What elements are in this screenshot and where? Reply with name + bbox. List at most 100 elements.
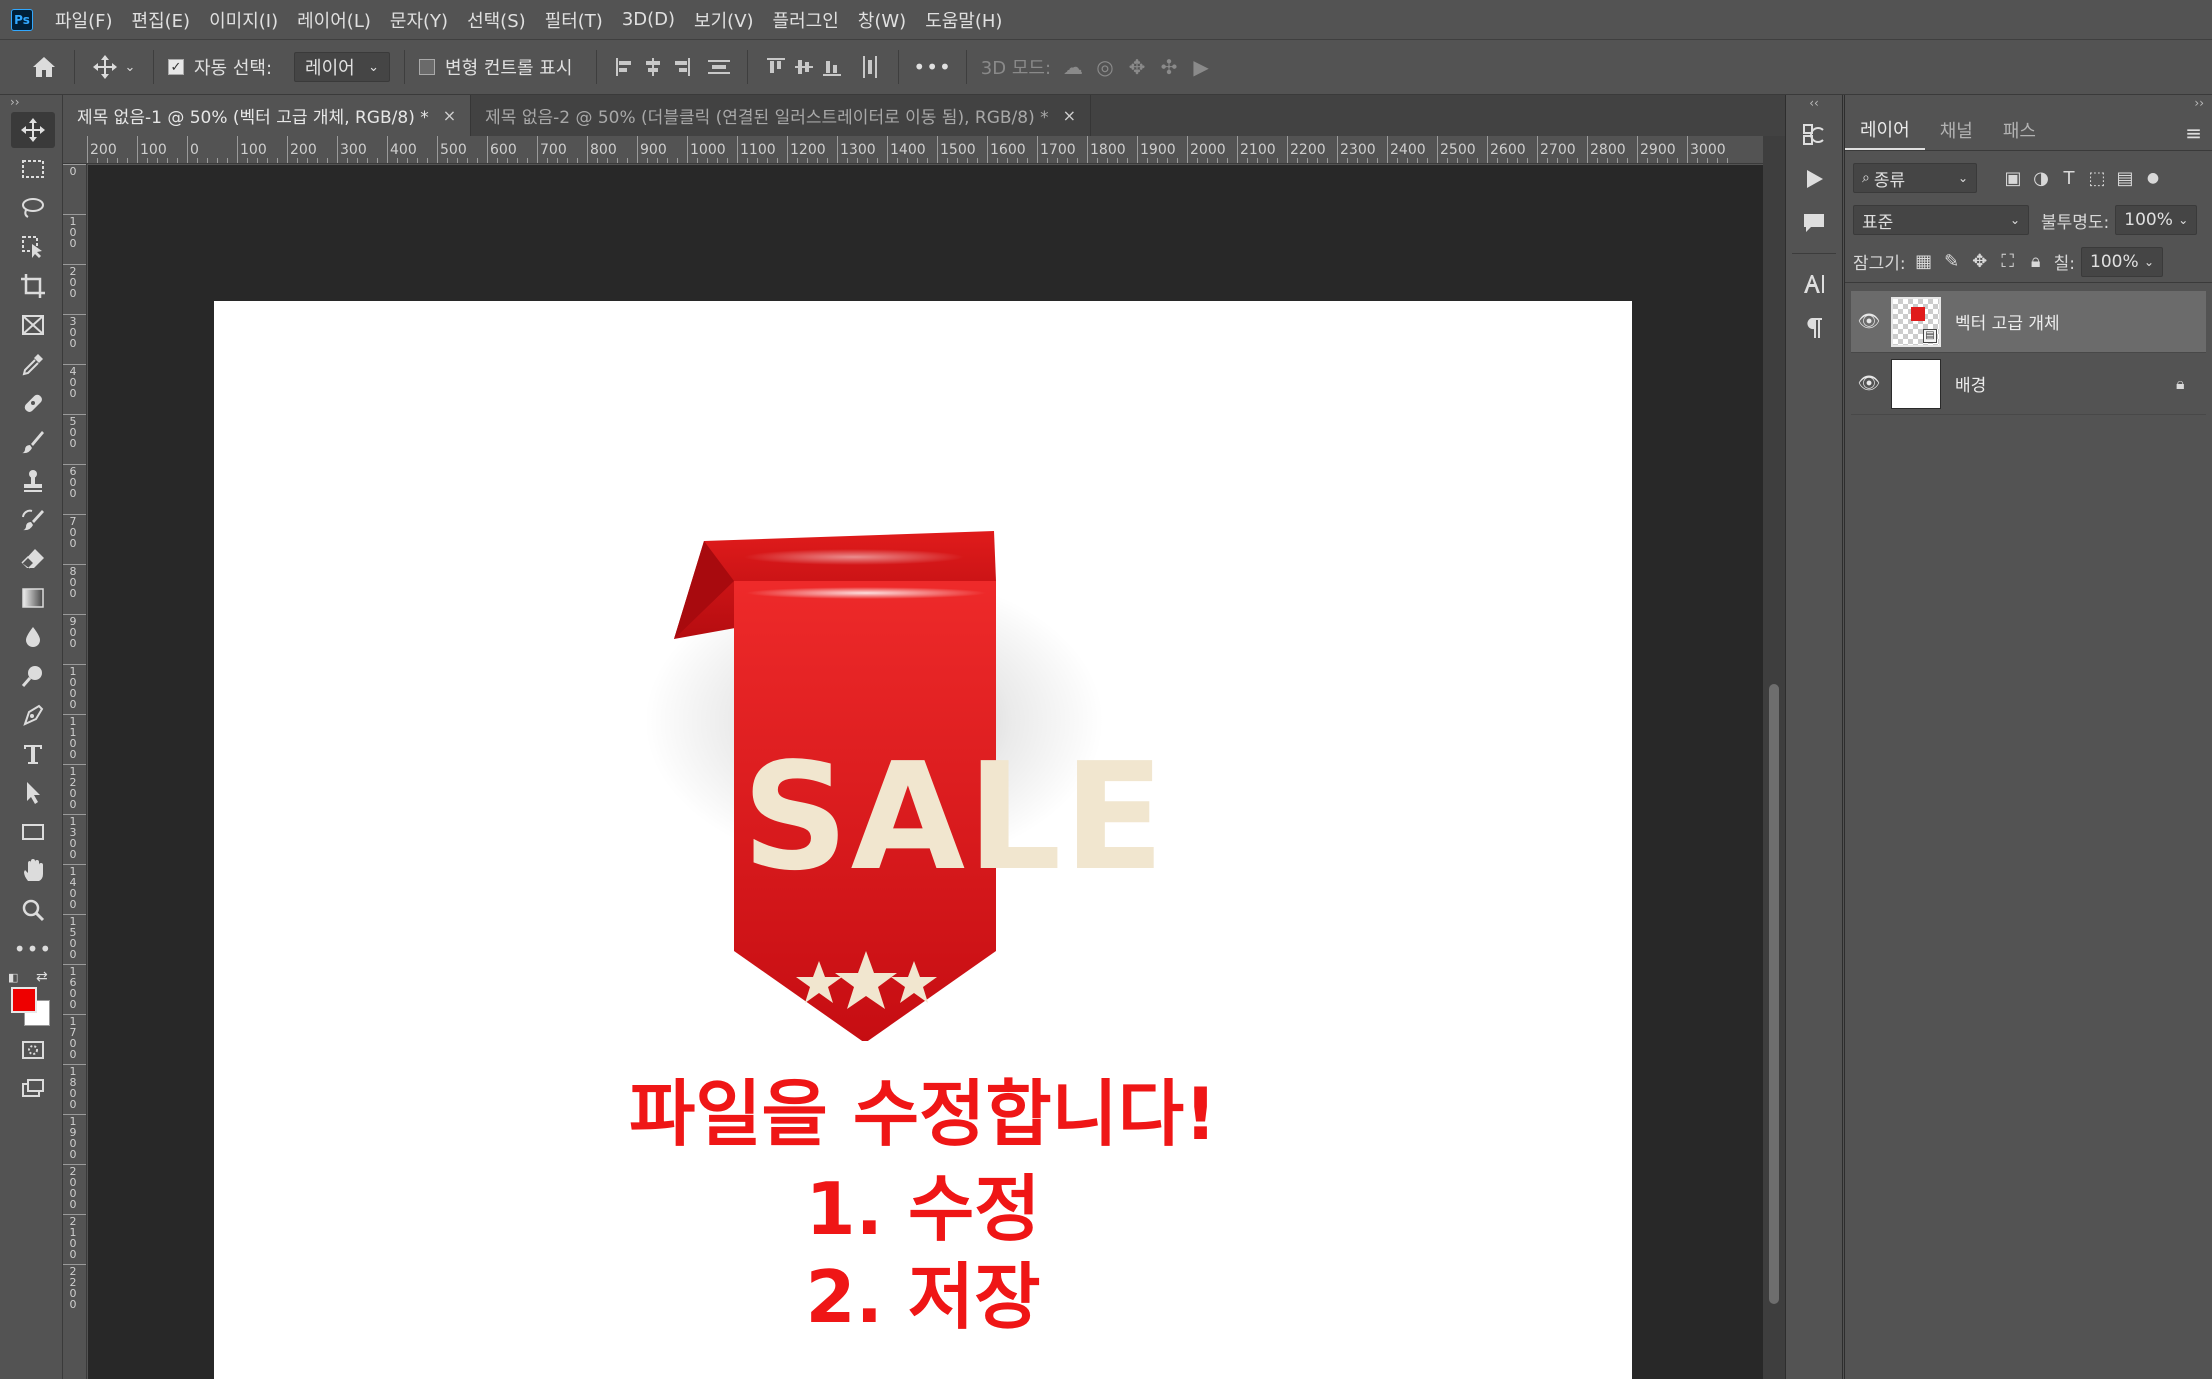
lock-pixels-icon[interactable]: ✎ bbox=[1938, 251, 1966, 272]
move-tool-icon[interactable] bbox=[89, 51, 121, 83]
lock-artboard-icon[interactable]: ⛶ bbox=[1994, 251, 2022, 272]
brush-tool[interactable] bbox=[11, 424, 55, 460]
distribute-vertical-icon[interactable] bbox=[705, 52, 733, 82]
lock-icon[interactable]: 🔒︎ bbox=[2176, 374, 2206, 394]
close-icon[interactable]: × bbox=[1063, 106, 1076, 125]
horizontal-ruler[interactable]: 200 100 0 100 200 300 400 500 600 700 800 900 1000 11… bbox=[63, 136, 1763, 164]
frame-tool[interactable] bbox=[11, 307, 55, 343]
lock-all-icon[interactable]: 🔒︎ bbox=[2022, 251, 2050, 272]
menu-window[interactable]: 창(W) bbox=[858, 7, 906, 33]
filter-type-icon[interactable]: T bbox=[2055, 168, 2083, 189]
quick-mask-button[interactable] bbox=[11, 1032, 55, 1068]
transform-controls-checkbox[interactable] bbox=[419, 59, 436, 75]
3d-slide-icon[interactable]: ✣ bbox=[1153, 51, 1185, 83]
paragraph-panel-icon[interactable] bbox=[1794, 308, 1834, 348]
healing-brush-tool[interactable] bbox=[11, 385, 55, 421]
3d-orbit-icon[interactable]: ☁ bbox=[1057, 51, 1089, 83]
tab-layers[interactable]: 레이어 bbox=[1845, 110, 1925, 150]
layer-row-background[interactable]: 👁︎ 배경 🔒︎ bbox=[1851, 353, 2206, 415]
align-right-icon[interactable] bbox=[667, 52, 695, 82]
dodge-tool[interactable] bbox=[11, 658, 55, 694]
edit-toolbar-button[interactable]: ••• bbox=[11, 931, 55, 967]
3d-pan-icon[interactable]: ✥ bbox=[1121, 51, 1153, 83]
menu-plugins[interactable]: 플러그인 bbox=[773, 7, 839, 33]
3d-roll-icon[interactable]: ◎ bbox=[1089, 51, 1121, 83]
3d-camera-icon[interactable]: ▶ bbox=[1185, 51, 1217, 83]
tab-channels[interactable]: 채널 bbox=[1925, 110, 1988, 150]
distribute-horizontal-icon[interactable] bbox=[856, 52, 884, 82]
crop-tool[interactable] bbox=[11, 268, 55, 304]
lock-transparent-icon[interactable]: ▦ bbox=[1910, 251, 1938, 272]
blur-tool[interactable] bbox=[11, 619, 55, 655]
chevron-down-icon[interactable]: ⌄ bbox=[121, 51, 139, 83]
collapse-panel-icon[interactable]: ›› bbox=[1845, 95, 2212, 111]
filter-toggle-icon[interactable]: ● bbox=[2139, 170, 2167, 186]
menu-image[interactable]: 이미지(I) bbox=[209, 7, 278, 33]
actions-panel-icon[interactable] bbox=[1794, 159, 1834, 199]
history-panel-icon[interactable] bbox=[1794, 115, 1834, 155]
gradient-tool[interactable] bbox=[11, 580, 55, 616]
menu-type[interactable]: 문자(Y) bbox=[390, 7, 448, 33]
auto-select-checkbox[interactable]: ✓ bbox=[168, 59, 184, 75]
align-horizontal-center-icon[interactable] bbox=[639, 52, 667, 82]
layer-name[interactable]: 벡터 고급 개체 bbox=[1955, 309, 2206, 334]
align-top-icon[interactable] bbox=[762, 52, 790, 82]
filter-shape-icon[interactable]: ⬚ bbox=[2083, 168, 2111, 189]
menu-3d[interactable]: 3D(D) bbox=[622, 9, 675, 30]
layer-filter-dropdown[interactable]: ⌕ 종류 ⌄ bbox=[1853, 163, 1977, 193]
vertical-scrollbar[interactable] bbox=[1763, 136, 1785, 1379]
screen-mode-button[interactable] bbox=[11, 1071, 55, 1107]
menu-layer[interactable]: 레이어(L) bbox=[297, 7, 371, 33]
hand-tool[interactable] bbox=[11, 853, 55, 889]
type-tool[interactable] bbox=[11, 736, 55, 772]
default-colors-icon[interactable]: ◧ bbox=[8, 971, 18, 984]
filter-adjustment-icon[interactable]: ◑ bbox=[2027, 168, 2055, 189]
menu-help[interactable]: 도움말(H) bbox=[925, 7, 1002, 33]
collapse-dock-icon[interactable]: ‹‹ bbox=[1786, 95, 1842, 111]
scrollbar-thumb[interactable] bbox=[1769, 684, 1779, 1304]
collapse-toolbar-icon[interactable]: ›› bbox=[0, 95, 62, 109]
more-options-button[interactable]: ••• bbox=[913, 55, 951, 79]
eyedropper-tool[interactable] bbox=[11, 346, 55, 382]
comments-panel-icon[interactable] bbox=[1794, 203, 1834, 243]
lock-position-icon[interactable]: ✥ bbox=[1966, 251, 1994, 272]
zoom-tool[interactable] bbox=[11, 892, 55, 928]
eye-icon[interactable]: 👁︎ bbox=[1851, 311, 1887, 332]
home-icon[interactable] bbox=[28, 51, 60, 83]
align-vertical-center-icon[interactable] bbox=[790, 52, 818, 82]
swap-colors-icon[interactable]: ⇄ bbox=[36, 969, 48, 985]
canvas-area[interactable]: SALE 파일을 수정합니다! 1. 수정 2. 저장 bbox=[88, 165, 1763, 1379]
menu-filter[interactable]: 필터(T) bbox=[545, 7, 603, 33]
align-left-icon[interactable] bbox=[611, 52, 639, 82]
marquee-tool[interactable] bbox=[11, 151, 55, 187]
path-selection-tool[interactable] bbox=[11, 775, 55, 811]
eraser-tool[interactable] bbox=[11, 541, 55, 577]
fill-input[interactable]: 100% ⌄ bbox=[2081, 246, 2164, 277]
menu-view[interactable]: 보기(V) bbox=[694, 7, 753, 33]
menu-file[interactable]: 파일(F) bbox=[55, 7, 113, 33]
foreground-color-swatch[interactable] bbox=[11, 987, 37, 1013]
rectangle-tool[interactable] bbox=[11, 814, 55, 850]
character-panel-icon[interactable] bbox=[1794, 264, 1834, 304]
opacity-input[interactable]: 100% ⌄ bbox=[2115, 205, 2198, 235]
blend-mode-dropdown[interactable]: 표준 ⌄ bbox=[1853, 205, 2029, 235]
layer-row-smart-object[interactable]: 👁︎ ▤ 벡터 고급 개체 bbox=[1851, 291, 2206, 353]
clone-stamp-tool[interactable] bbox=[11, 463, 55, 499]
tab-document-1[interactable]: 제목 없음-1 @ 50% (벡터 고급 개체, RGB/8) * × bbox=[63, 95, 472, 136]
object-selection-tool[interactable] bbox=[11, 229, 55, 265]
lasso-tool[interactable] bbox=[11, 190, 55, 226]
document-canvas[interactable]: SALE 파일을 수정합니다! 1. 수정 2. 저장 bbox=[214, 301, 1632, 1379]
pen-tool[interactable] bbox=[11, 697, 55, 733]
vertical-ruler[interactable]: 0 1 0 0 2 0 0 3 0 0 4 0 0 5 0 0 6 0 0 7 0 0 8 0 … bbox=[63, 164, 87, 1379]
filter-smart-object-icon[interactable]: ▤ bbox=[2111, 168, 2139, 189]
move-tool[interactable] bbox=[11, 112, 55, 148]
auto-select-target-dropdown[interactable]: 레이어 ⌄ bbox=[294, 52, 391, 82]
menu-select[interactable]: 선택(S) bbox=[467, 7, 526, 33]
close-icon[interactable]: × bbox=[443, 106, 456, 125]
filter-pixel-icon[interactable]: ▣ bbox=[1999, 168, 2027, 189]
panel-menu-icon[interactable]: ≡ bbox=[2185, 121, 2202, 145]
tab-paths[interactable]: 패스 bbox=[1988, 110, 2051, 150]
menu-edit[interactable]: 편집(E) bbox=[132, 7, 191, 33]
history-brush-tool[interactable] bbox=[11, 502, 55, 538]
tab-document-2[interactable]: 제목 없음-2 @ 50% (더블클릭 (연결된 일러스트레이터로 이동 됨),… bbox=[471, 95, 1092, 136]
